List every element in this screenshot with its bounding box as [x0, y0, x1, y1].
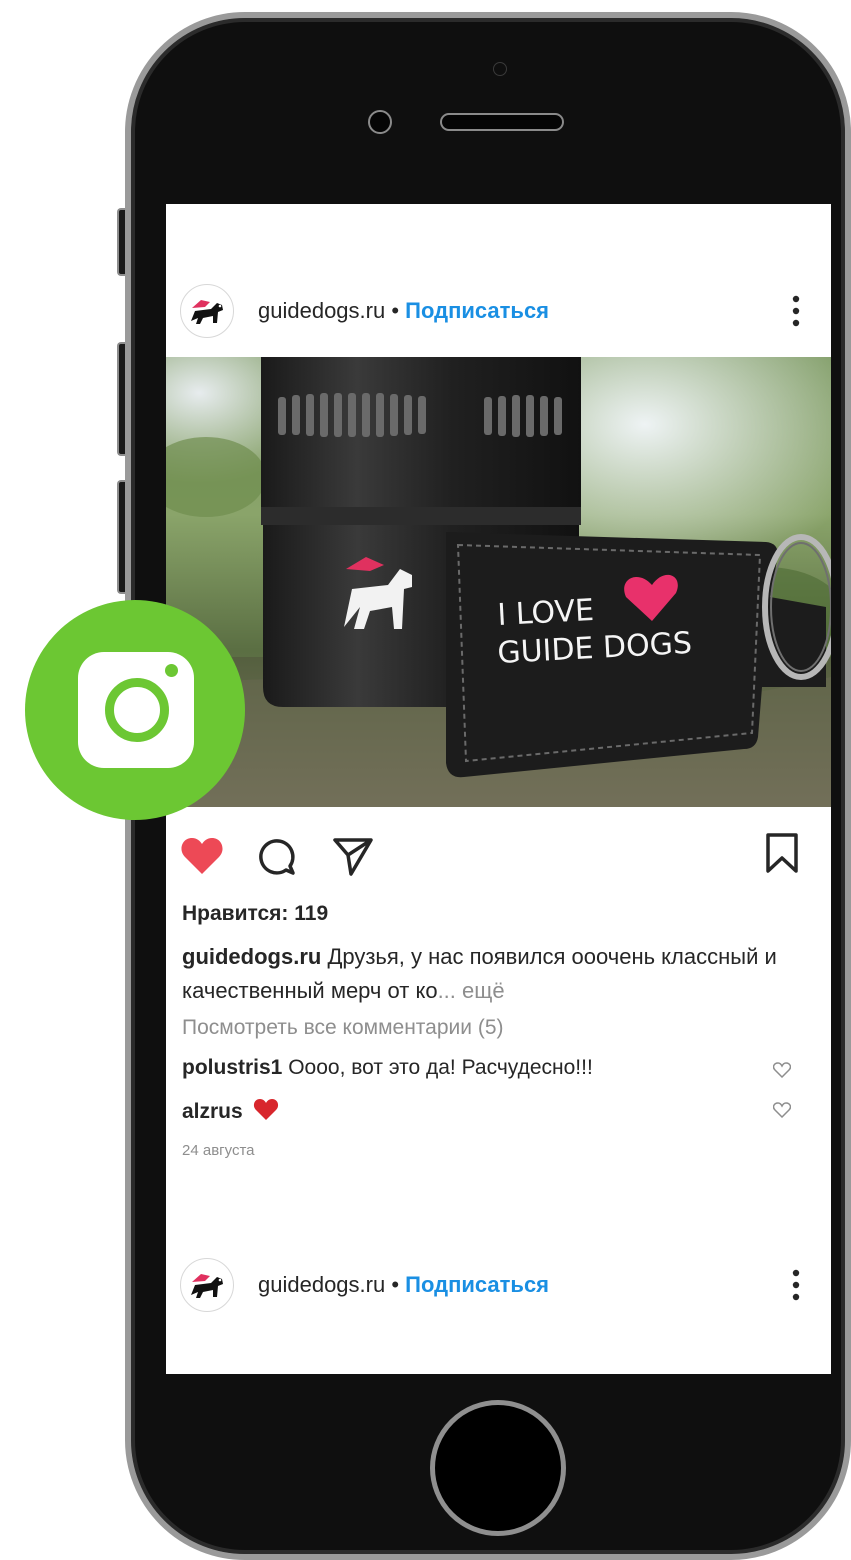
follow-button[interactable]: Подписаться [405, 1272, 549, 1297]
avatar[interactable] [180, 1258, 234, 1312]
post-header: guidedogs.ru • Подписаться [166, 282, 831, 342]
guide-dog-logo-icon [191, 1274, 223, 1298]
tag-text-line1: I LOVE [497, 593, 595, 633]
separator-dot: • [391, 298, 400, 323]
comment-author[interactable]: polustris1 [182, 1056, 282, 1079]
caption-author[interactable]: guidedogs.ru [182, 944, 321, 969]
post-header: guidedogs.ru • Подписаться [166, 1256, 831, 1316]
instagram-icon [78, 652, 194, 768]
comment-like-heart-icon[interactable] [773, 1102, 791, 1118]
comment-icon[interactable] [256, 836, 296, 876]
instagram-flash-dot [165, 664, 178, 677]
paper-plane-icon[interactable] [332, 836, 374, 876]
heart-filled-icon[interactable] [180, 836, 224, 876]
post-photo[interactable]: I LOVE GUIDE DOGS [166, 357, 831, 807]
caption-ellipsis: ... [437, 978, 456, 1003]
more-link[interactable]: ещё [456, 978, 505, 1003]
comment-author[interactable]: alzrus [182, 1100, 243, 1123]
post-username[interactable]: guidedogs.ru [258, 1272, 385, 1297]
instagram-badge [25, 600, 245, 820]
bookmark-icon[interactable] [764, 832, 800, 874]
proximity-sensor [493, 62, 507, 76]
more-options-icon[interactable] [791, 1268, 801, 1302]
likes-count[interactable]: Нравится: 119 [182, 902, 328, 926]
view-all-comments-link[interactable]: Посмотреть все комментарии (5) [182, 1016, 504, 1040]
follow-button[interactable]: Подписаться [405, 298, 549, 323]
home-button[interactable] [430, 1400, 566, 1536]
front-camera [368, 110, 392, 134]
separator-dot: • [391, 1272, 400, 1297]
post-username[interactable]: guidedogs.ru [258, 298, 385, 323]
comment-text: Оооо, вот это да! Расчудесно!!! [282, 1056, 593, 1079]
instagram-lens [105, 678, 169, 742]
guide-dog-logo-icon [191, 300, 223, 324]
more-options-icon[interactable] [791, 294, 801, 328]
comment-row: alzrus [182, 1098, 279, 1124]
post-caption: guidedogs.ru Друзья, у нас появился оооч… [182, 940, 822, 1008]
photo-illustration: I LOVE GUIDE DOGS [166, 357, 831, 807]
post-author-line: guidedogs.ru • Подписаться [258, 298, 549, 324]
instagram-feed-screen: guidedogs.ru • Подписаться I LOVE GUIDE … [166, 204, 831, 1374]
comment-like-heart-icon[interactable] [773, 1062, 791, 1078]
post-date: 24 августа [182, 1142, 255, 1159]
post-author-line: guidedogs.ru • Подписаться [258, 1272, 549, 1298]
avatar[interactable] [180, 284, 234, 338]
red-heart-emoji-icon [253, 1099, 278, 1120]
comment-row: polustris1 Оооо, вот это да! Расчудесно!… [182, 1056, 593, 1080]
earpiece-speaker [440, 113, 564, 131]
